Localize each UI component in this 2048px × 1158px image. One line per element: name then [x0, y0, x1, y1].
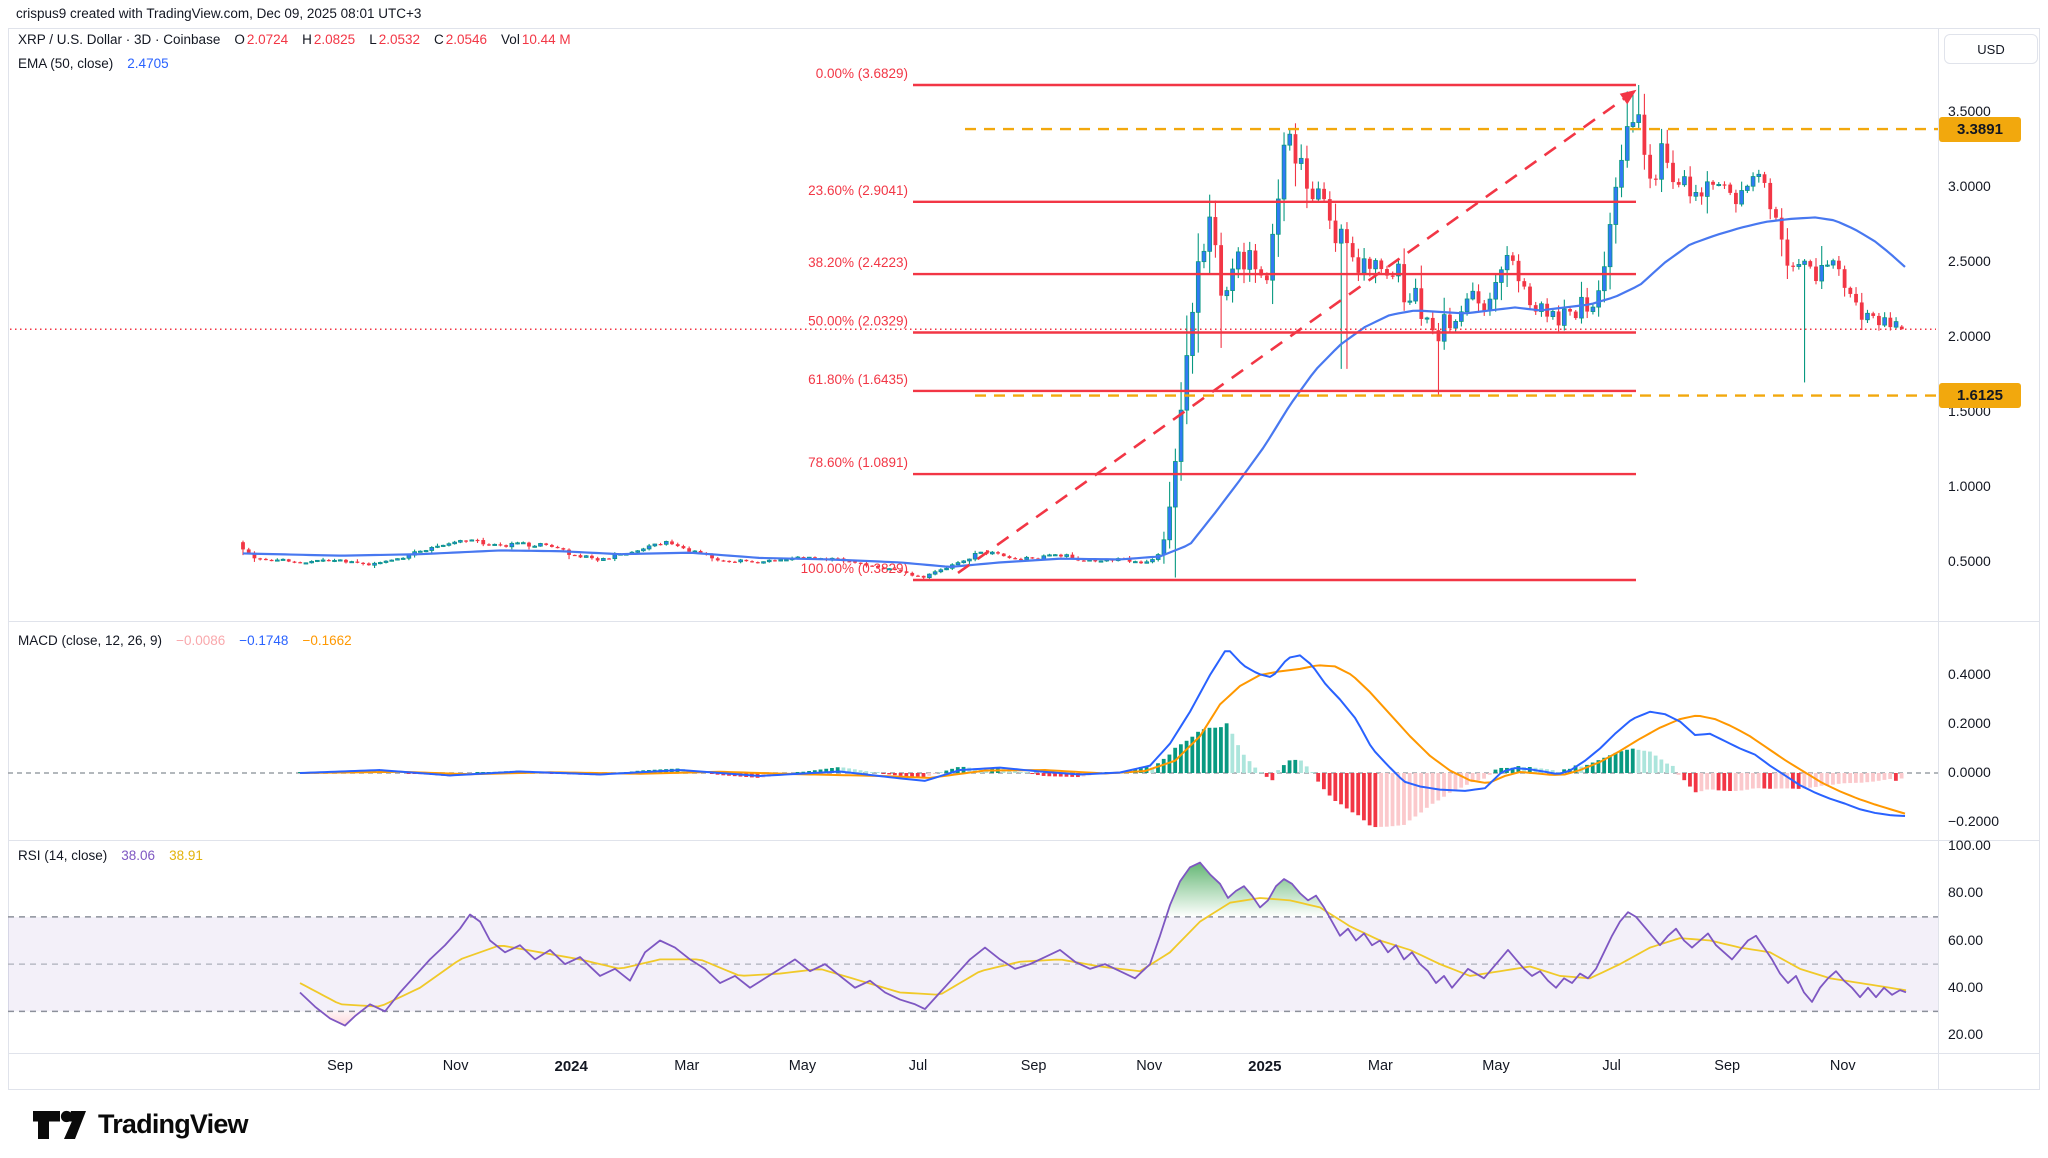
svg-text:61.80% (1.6435): 61.80% (1.6435) [808, 372, 908, 387]
price-tick: 0.5000 [1948, 553, 2036, 569]
currency-button[interactable]: USD [1944, 34, 2038, 64]
svg-text:23.60% (2.9041): 23.60% (2.9041) [808, 183, 908, 198]
trend-arrow-head [1620, 90, 1637, 105]
macd-hist-value: −0.0086 [176, 633, 225, 648]
time-tick: May [767, 1058, 837, 1074]
macd-line-value: −0.1748 [239, 633, 288, 648]
time-tick: 2024 [536, 1058, 606, 1075]
price-ray-badge: 1.6125 [1939, 383, 2021, 408]
symbol-legend[interactable]: XRP / U.S. Dollar · 3D · Coinbase O2.072… [18, 32, 571, 47]
macd-legend[interactable]: MACD (close, 12, 26, 9) −0.0086 −0.1748 … [18, 633, 352, 648]
ohlc-open: O2.0724 [234, 32, 288, 47]
svg-text:100.00% (0.3829): 100.00% (0.3829) [801, 561, 908, 576]
rsi-tick: 100.00 [1948, 837, 2036, 853]
rsi-tick: 80.00 [1948, 884, 2036, 900]
macd-tick: 0.0000 [1948, 764, 2036, 780]
tradingview-logo-icon[interactable] [30, 1104, 88, 1144]
price-tick: 1.0000 [1948, 478, 2036, 494]
rsi-legend[interactable]: RSI (14, close) 38.06 38.91 [18, 848, 203, 863]
time-tick: Jul [883, 1058, 953, 1074]
chart-canvas[interactable]: 0.00% (3.6829) 23.60% (2.9041) 38.20% (2.4… [0, 0, 2048, 1158]
fib-lines[interactable] [913, 85, 1636, 580]
volume-value: Vol10.44 M [501, 32, 571, 47]
ema-legend[interactable]: EMA (50, close) 2.4705 [18, 56, 169, 71]
time-tick: Nov [1808, 1058, 1878, 1074]
tradingview-chart-page: crispus9 created with TradingView.com, D… [0, 0, 2048, 1158]
time-tick: Mar [1345, 1058, 1415, 1074]
rsi-name: RSI (14, close) [18, 848, 107, 863]
ohlc-low: L2.0532 [369, 32, 420, 47]
time-tick: May [1461, 1058, 1531, 1074]
time-tick: Sep [305, 1058, 375, 1074]
fib-labels: 0.00% (3.6829) 23.60% (2.9041) 38.20% (2.4… [801, 66, 908, 576]
ohlc-close: C2.0546 [434, 32, 487, 47]
ema-line[interactable] [243, 217, 1905, 566]
time-tick: Sep [1692, 1058, 1762, 1074]
price-ray-badge: 3.3891 [1939, 117, 2021, 142]
svg-text:0.00% (3.6829): 0.00% (3.6829) [816, 66, 908, 81]
price-tick: 2.5000 [1948, 253, 2036, 269]
price-tick: 2.0000 [1948, 328, 2036, 344]
time-tick: Sep [999, 1058, 1069, 1074]
macd-line[interactable] [300, 651, 1905, 816]
footer-bar: TradingView [0, 1090, 2048, 1158]
macd-signal-line[interactable] [300, 665, 1905, 813]
rsi-tick: 20.00 [1948, 1026, 2036, 1042]
svg-text:38.20% (2.4223): 38.20% (2.4223) [808, 255, 908, 270]
price-tick: 3.0000 [1948, 178, 2036, 194]
macd-tick: 0.4000 [1948, 666, 2036, 682]
macd-tick: 0.2000 [1948, 715, 2036, 731]
symbol-title: XRP / U.S. Dollar · 3D · Coinbase [18, 32, 220, 47]
rsi-tick: 40.00 [1948, 979, 2036, 995]
rsi-ma-value: 38.91 [169, 848, 203, 863]
ema-value: 2.4705 [127, 56, 168, 71]
time-tick: Mar [652, 1058, 722, 1074]
macd-histogram [298, 723, 1903, 827]
time-tick: Nov [1114, 1058, 1184, 1074]
tradingview-logo-text[interactable]: TradingView [98, 1109, 248, 1140]
time-tick: Jul [1577, 1058, 1647, 1074]
svg-text:78.60% (1.0891): 78.60% (1.0891) [808, 455, 908, 470]
time-tick: Nov [421, 1058, 491, 1074]
ema-name: EMA (50, close) [18, 56, 113, 71]
macd-signal-value: −0.1662 [302, 633, 351, 648]
macd-name: MACD (close, 12, 26, 9) [18, 633, 162, 648]
macd-tick: −0.2000 [1948, 813, 2036, 829]
ohlc-high: H2.0825 [302, 32, 355, 47]
rsi-tick: 60.00 [1948, 932, 2036, 948]
time-tick: 2025 [1230, 1058, 1300, 1075]
svg-text:50.00% (2.0329): 50.00% (2.0329) [808, 314, 908, 329]
rsi-value: 38.06 [121, 848, 155, 863]
